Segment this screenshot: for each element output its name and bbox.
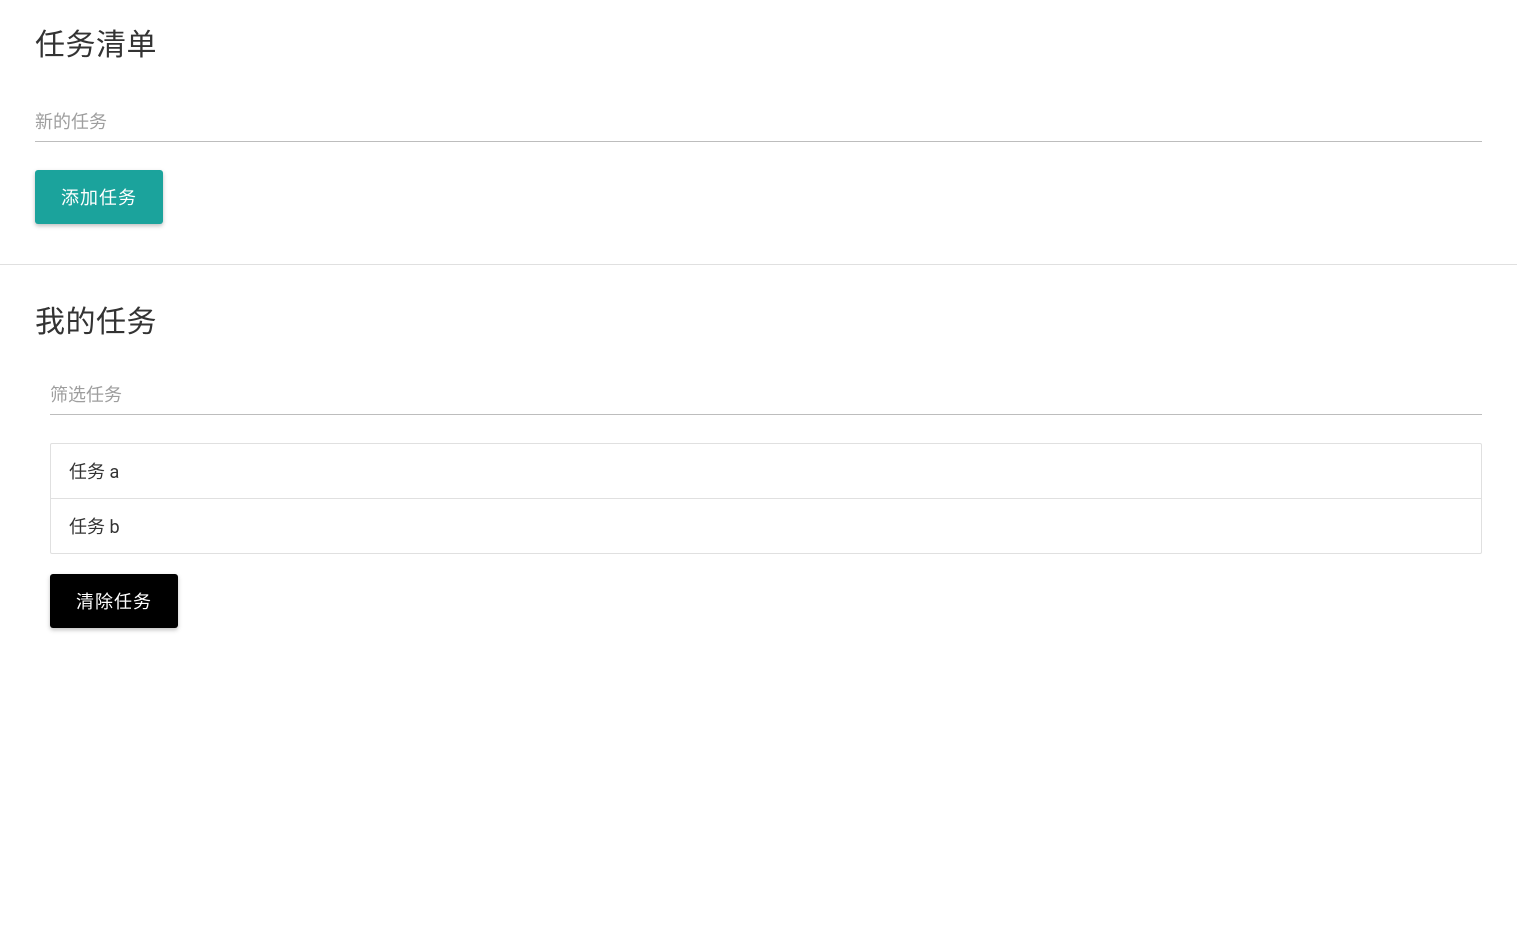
add-task-section: 任务清单 添加任务: [0, 0, 1517, 264]
task-item[interactable]: 任务 a: [51, 444, 1481, 499]
page-title: 任务清单: [35, 20, 1482, 64]
clear-tasks-button[interactable]: 清除任务: [50, 574, 178, 628]
my-tasks-section: 我的任务 任务 a 任务 b 清除任务: [0, 264, 1517, 668]
add-task-button[interactable]: 添加任务: [35, 170, 163, 224]
task-list: 任务 a 任务 b: [50, 443, 1482, 554]
task-item[interactable]: 任务 b: [51, 499, 1481, 553]
my-tasks-title: 我的任务: [35, 297, 1482, 341]
filter-task-input[interactable]: [50, 377, 1482, 415]
new-task-input[interactable]: [35, 104, 1482, 142]
